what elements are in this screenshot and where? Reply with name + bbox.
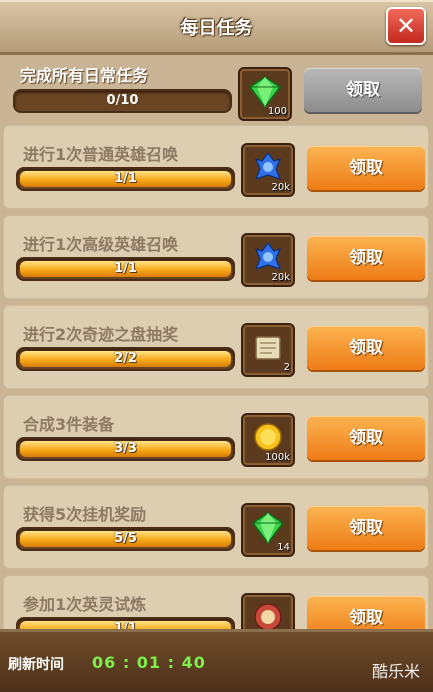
daily-task-panel: 每日任务 ✕ 完成所有日常任务 0/10 100 领取 进行1次普通英雄召唤 1… (0, 0, 433, 692)
task-row: 获得5次挂机奖励 5/5 14 领取 (3, 485, 429, 569)
task-reward-count: 20k (271, 272, 290, 283)
task-claim-button[interactable]: 领取 (307, 326, 425, 370)
summary-row: 完成所有日常任务 0/10 100 领取 (0, 55, 433, 121)
task-progress-bar: 1/1 (16, 257, 235, 281)
task-reward-slot[interactable]: 20k (241, 143, 295, 197)
refresh-timer: 06 : 01 : 40 (92, 653, 206, 672)
task-reward-slot[interactable]: 100k (241, 413, 295, 467)
title-bar: 每日任务 ✕ (0, 0, 433, 55)
summary-reward-slot[interactable]: 100 (238, 67, 292, 121)
summary-reward-count: 100 (267, 106, 287, 117)
watermark-logo: 酷乐米 (372, 662, 421, 681)
task-reward-count: 100k (265, 452, 290, 463)
task-reward-count: 2 (283, 362, 290, 373)
task-claim-button[interactable]: 领取 (307, 416, 425, 460)
task-claim-button[interactable]: 领取 (307, 146, 425, 190)
close-icon: ✕ (395, 12, 417, 40)
task-reward-count: 14 (277, 542, 290, 553)
task-progress-bar: 2/2 (16, 347, 235, 371)
task-label: 进行1次高级英雄召唤 (23, 235, 179, 254)
task-progress-text: 3/3 (114, 441, 137, 456)
scroll-icon (255, 336, 281, 360)
task-label: 合成3件装备 (23, 415, 115, 434)
task-reward-count: 20k (271, 182, 290, 193)
task-progress-text: 1/1 (114, 261, 137, 276)
task-row: 进行1次高级英雄召唤 1/1 20k 领取 (3, 215, 429, 299)
blue-crystal-icon (254, 242, 282, 270)
close-button[interactable]: ✕ (386, 7, 426, 45)
footer-bar: 刷新时间 06 : 01 : 40 (0, 629, 433, 692)
task-claim-button[interactable]: 领取 (307, 236, 425, 280)
task-progress-text: 1/1 (114, 171, 137, 186)
task-claim-button[interactable]: 领取 (307, 506, 425, 550)
task-progress-bar: 1/1 (16, 167, 235, 191)
refresh-label: 刷新时间 (8, 657, 64, 673)
task-row: 合成3件装备 3/3 100k 领取 (3, 395, 429, 479)
gem-icon (248, 76, 282, 109)
task-label: 进行1次普通英雄召唤 (23, 145, 179, 164)
task-progress-text: 5/5 (114, 531, 137, 546)
summary-claim-button[interactable]: 领取 (304, 68, 422, 112)
gold-coin-icon (254, 423, 282, 451)
task-label: 参加1次英灵试炼 (23, 595, 147, 614)
summary-progress-bar: 0/10 (13, 89, 232, 113)
task-progress-bar: 3/3 (16, 437, 235, 461)
task-label: 获得5次挂机奖励 (23, 505, 147, 524)
task-progress-text: 2/2 (114, 351, 137, 366)
summary-label: 完成所有日常任务 (20, 66, 149, 85)
task-label: 进行2次奇迹之盘抽奖 (23, 325, 179, 344)
blue-crystal-icon (254, 152, 282, 180)
task-reward-slot[interactable]: 2 (241, 323, 295, 377)
task-reward-slot[interactable]: 20k (241, 233, 295, 287)
task-reward-slot[interactable]: 14 (241, 503, 295, 557)
gem-icon (251, 512, 285, 545)
summary-progress-text: 0/10 (106, 93, 139, 108)
panel-title: 每日任务 (180, 18, 253, 39)
task-row: 进行1次普通英雄召唤 1/1 20k 领取 (3, 125, 429, 209)
task-progress-bar: 5/5 (16, 527, 235, 551)
task-row: 进行2次奇迹之盘抽奖 2/2 2 领取 (3, 305, 429, 389)
